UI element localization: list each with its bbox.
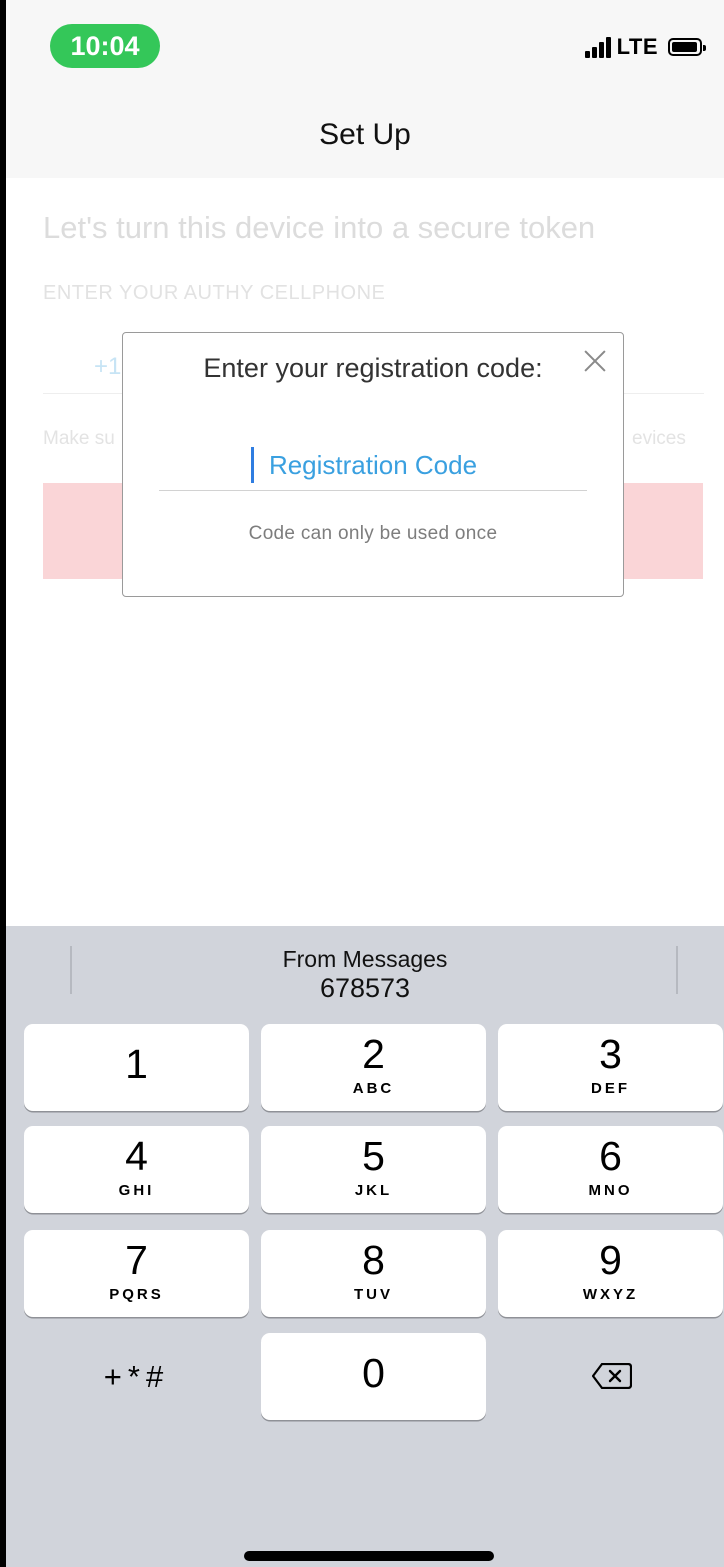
dialog-hint: Code can only be used once	[248, 523, 498, 544]
key-1[interactable]: 1	[24, 1024, 249, 1111]
key-digit: 3	[599, 1031, 622, 1077]
key-digit: 5	[362, 1133, 385, 1179]
key-letters: WXYZ	[582, 1286, 639, 1303]
text-cursor	[251, 447, 254, 483]
setup-note-end: evices	[632, 428, 686, 449]
key-digit: 2	[362, 1031, 385, 1077]
key-letters: TUV	[354, 1286, 393, 1303]
network-type: LTE	[616, 34, 658, 59]
registration-code-input[interactable]	[159, 441, 587, 491]
key-digit: 4	[125, 1133, 148, 1179]
setup-headline: Let's turn this device into a secure tok…	[43, 210, 596, 245]
navigation-bar: Set Up	[6, 100, 724, 178]
autofill-code-suggestion[interactable]: From Messages 678573	[6, 946, 724, 1004]
registration-code-dialog: Enter your registration code: Code can o…	[122, 332, 624, 597]
numeric-keyboard: From Messages 678573 1 2 ABC 3 DEF 4 GHI…	[6, 926, 724, 1567]
phone-field-label: ENTER YOUR AUTHY CELLPHONE	[43, 282, 386, 304]
key-digit: 6	[599, 1133, 622, 1179]
key-letters: GHI	[118, 1182, 155, 1199]
symbols-key[interactable]: +*#	[24, 1333, 249, 1420]
signal-icon	[584, 36, 611, 58]
suggestion-source: From Messages	[282, 946, 448, 972]
backspace-icon	[592, 1363, 632, 1389]
suggestion-bar: From Messages 678573	[6, 926, 724, 1018]
key-digit: 9	[599, 1237, 622, 1283]
key-5[interactable]: 5 JKL	[261, 1126, 486, 1213]
suggestion-code: 678573	[319, 973, 411, 1003]
key-letters: DEF	[591, 1080, 630, 1097]
key-letters: PQRS	[109, 1286, 164, 1303]
setup-note-start: Make su	[43, 428, 115, 449]
key-7[interactable]: 7 PQRS	[24, 1230, 249, 1317]
dialog-title: Enter your registration code:	[203, 353, 543, 383]
key-4[interactable]: 4 GHI	[24, 1126, 249, 1213]
key-8[interactable]: 8 TUV	[261, 1230, 486, 1317]
key-9[interactable]: 9 WXYZ	[498, 1230, 723, 1317]
status-bar: 10:04 LTE	[6, 0, 724, 100]
country-code: +1	[94, 353, 122, 380]
home-indicator[interactable]	[244, 1551, 494, 1561]
battery-icon	[668, 38, 706, 56]
key-letters: MNO	[588, 1182, 633, 1199]
key-digit: 8	[362, 1237, 385, 1283]
status-time: 10:04	[50, 24, 160, 68]
key-digit: 0	[362, 1350, 385, 1396]
key-3[interactable]: 3 DEF	[498, 1024, 723, 1111]
key-6[interactable]: 6 MNO	[498, 1126, 723, 1213]
key-digit: 1	[125, 1041, 148, 1087]
key-letters: JKL	[354, 1182, 393, 1199]
status-indicators: LTE	[584, 34, 706, 60]
key-letters: ABC	[352, 1080, 395, 1097]
page-title: Set Up	[319, 118, 411, 151]
key-0[interactable]: 0	[261, 1333, 486, 1420]
delete-key[interactable]	[498, 1333, 723, 1420]
key-2[interactable]: 2 ABC	[261, 1024, 486, 1111]
authy-setup-screen: 10:04 LTE Set Up Let's turn this device …	[6, 0, 724, 1567]
key-digit: 7	[125, 1237, 148, 1283]
